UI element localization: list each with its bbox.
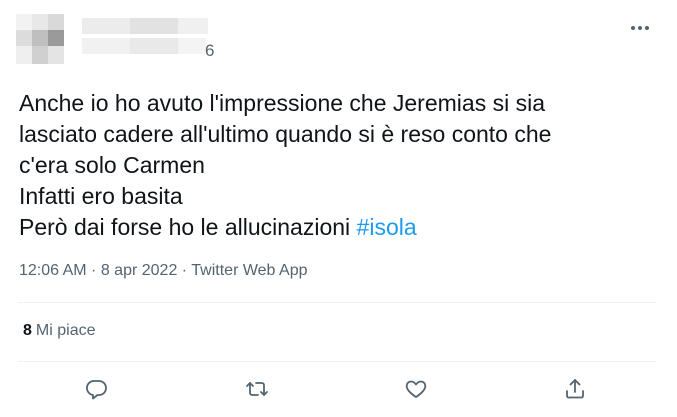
likes-label: Mi piace — [35, 322, 96, 339]
heart-icon — [405, 380, 427, 398]
tweet-line: lasciato cadere all'ultimo quando si è r… — [19, 121, 552, 147]
tweet-line: Però dai forse ho le allucinazioni — [19, 214, 357, 240]
share-button[interactable] — [561, 375, 589, 403]
tweet-header: 6 — [0, 0, 677, 70]
tweet-line: Anche io ho avuto l'impressione che Jere… — [19, 90, 545, 116]
tweet-date[interactable]: 8 apr 2022 — [101, 262, 178, 279]
hashtag-link[interactable]: #isola — [357, 214, 417, 240]
author-name[interactable] — [82, 14, 212, 64]
retweet-button[interactable] — [243, 375, 271, 403]
meta-separator: · — [177, 262, 192, 279]
reply-button[interactable] — [83, 375, 111, 403]
likes-count: 8 — [23, 322, 32, 339]
tweet-actions — [0, 372, 677, 406]
tweet-metadata: 12:06 AM · 8 apr 2022 · Twitter Web App — [19, 262, 307, 280]
more-horizontal-icon — [631, 26, 649, 30]
reply-icon — [86, 380, 107, 400]
divider — [18, 361, 656, 362]
retweet-icon — [246, 382, 268, 396]
share-icon — [566, 379, 584, 399]
tweet-line: c'era solo Carmen — [19, 152, 205, 178]
like-button[interactable] — [402, 375, 430, 403]
tweet-text: Anche io ho avuto l'impressione che Jere… — [19, 88, 659, 243]
tweet-source: Twitter Web App — [191, 262, 308, 279]
likes-link[interactable]: 8 Mi piace — [23, 322, 95, 340]
avatar[interactable] — [16, 14, 64, 64]
author-handle[interactable]: 6 — [205, 41, 214, 61]
divider — [18, 302, 656, 303]
tweet-time[interactable]: 12:06 AM — [19, 262, 87, 279]
more-options-button[interactable] — [625, 16, 655, 40]
tweet-line: Infatti ero basita — [19, 183, 183, 209]
meta-separator: · — [86, 262, 101, 279]
